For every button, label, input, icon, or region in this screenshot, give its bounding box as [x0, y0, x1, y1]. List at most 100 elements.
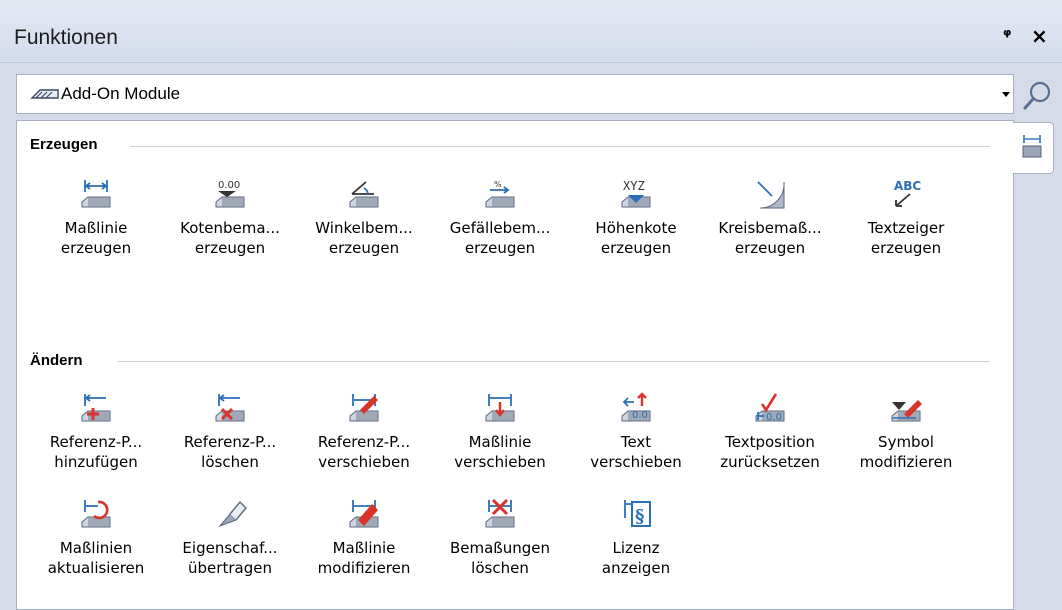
tool-label: Maßlinie verschieben — [430, 432, 570, 472]
tool-button[interactable]: Maßlinien aktualisieren — [26, 496, 166, 586]
license-icon: § — [624, 500, 651, 527]
add-on-module-icon — [30, 89, 59, 99]
tool-label-line2: hinzufügen — [54, 453, 138, 471]
svg-text:%: % — [494, 180, 502, 189]
tool-label: Eigenschaf... übertragen — [160, 538, 300, 578]
tool-label-line2: zurücksetzen — [720, 453, 820, 471]
tool-button[interactable]: Maßlinie verschieben — [430, 390, 570, 480]
tool-label-line1: Eigenschaf... — [182, 539, 278, 557]
text-pointer-icon: ABC — [894, 179, 921, 207]
tool-label-line1: Textzeiger — [867, 219, 945, 237]
tool-label-line1: Referenz-P... — [317, 433, 411, 451]
panel-title-bar: Funktionen ᵠ × — [0, 0, 1062, 63]
tool-label: Kreisbemaß... erzeugen — [700, 218, 840, 258]
tool-label-line1: Lizenz — [612, 539, 660, 557]
pin-icon[interactable]: ᵠ — [1003, 26, 1011, 46]
tool-label-line1: Gefällebem... — [449, 219, 551, 237]
tool-button[interactable]: Maßlinie erzeugen — [26, 176, 166, 266]
tool-label: Symbol modifizieren — [836, 432, 976, 472]
move-text-icon: 0.0 — [621, 392, 651, 422]
tool-label-line2: aktualisieren — [47, 559, 145, 577]
tool-label-line1: Kreisbemaß... — [718, 219, 822, 237]
tool-label: Gefällebem... erzeugen — [430, 218, 570, 258]
tool-button[interactable]: Eigenschaf... übertragen — [160, 496, 300, 586]
tool-label-line2: übertragen — [188, 559, 272, 577]
tool-button[interactable]: Maßlinie modifizieren — [294, 496, 434, 586]
module-dropdown[interactable]: Add-On Module — [16, 74, 1014, 114]
svg-text:§: § — [635, 506, 644, 527]
tool-label-line2: verschieben — [454, 453, 546, 471]
svg-text:ABC: ABC — [894, 179, 921, 193]
tool-label-line1: Symbol — [878, 433, 934, 451]
update-dimension-lines-icon — [81, 500, 111, 528]
tool-button[interactable]: Referenz-P... hinzufügen — [26, 390, 166, 480]
height-marker-icon: XYZ — [621, 179, 651, 208]
tool-button[interactable]: Winkelbem... erzeugen — [294, 176, 434, 266]
tool-label: Bemaßungen löschen — [430, 538, 570, 578]
dimension-line-icon — [81, 180, 111, 208]
tool-label-line1: Winkelbem... — [315, 219, 413, 237]
tool-label: Referenz-P... hinzufügen — [26, 432, 166, 472]
tool-button[interactable]: Bemaßungen löschen — [430, 496, 570, 586]
tool-label-line1: Maßlinien — [59, 539, 133, 557]
svg-text:0.00: 0.00 — [218, 180, 240, 191]
panel-title: Funktionen — [14, 26, 118, 49]
slope-dimension-icon: % — [485, 180, 515, 208]
tool-label: Referenz-P... löschen — [160, 432, 300, 472]
tool-label: Kotenbema... erzeugen — [160, 218, 300, 258]
tool-label: Referenz-P... verschieben — [294, 432, 434, 472]
tool-button[interactable]: 0.0 Text verschieben — [566, 390, 706, 480]
tool-label: Maßlinie erzeugen — [26, 218, 166, 258]
section-title-erzeugen: Erzeugen — [30, 136, 98, 153]
move-dimension-line-icon — [485, 394, 515, 422]
tool-button[interactable]: Referenz-P... löschen — [160, 390, 300, 480]
tool-label: Textzeiger erzeugen — [836, 218, 976, 258]
reset-text-position-icon: 0.0 — [755, 393, 785, 423]
tool-label-line2: anzeigen — [601, 559, 671, 577]
tool-label-line1: Referenz-P... — [49, 433, 143, 451]
tool-label-line2: verschieben — [318, 453, 410, 471]
chevron-down-icon[interactable] — [998, 75, 1014, 113]
svg-text:0.0: 0.0 — [766, 412, 782, 423]
tool-label: Höhenkote erzeugen — [566, 218, 706, 258]
tool-button[interactable]: % Gefällebem... erzeugen — [430, 176, 570, 266]
delete-dimensions-icon — [485, 498, 515, 528]
tool-label-line1: Maßlinie — [64, 219, 128, 237]
modify-dimension-line-icon — [349, 500, 379, 528]
tool-label: Lizenz anzeigen — [566, 538, 706, 578]
tool-label-line1: Textposition — [725, 433, 815, 451]
tool-label: Text verschieben — [566, 432, 706, 472]
tool-label: Winkelbem... erzeugen — [294, 218, 434, 258]
section-title-aendern: Ändern — [30, 352, 83, 369]
tool-label-line2: erzeugen — [870, 239, 942, 257]
side-tab[interactable] — [1013, 122, 1054, 174]
tool-label-line2: modifizieren — [317, 559, 411, 577]
angle-dimension-icon — [349, 181, 379, 208]
tool-label-line2: erzeugen — [600, 239, 672, 257]
close-icon[interactable]: × — [1031, 24, 1048, 48]
tool-label-line1: Text — [620, 433, 652, 451]
tool-button[interactable]: XYZ Höhenkote erzeugen — [566, 176, 706, 266]
tool-button[interactable]: Symbol modifizieren — [836, 390, 976, 480]
tool-label-line1: Kotenbema... — [180, 219, 280, 237]
tool-label-line2: verschieben — [590, 453, 682, 471]
tool-label-line2: erzeugen — [464, 239, 536, 257]
tool-label-line2: modifizieren — [859, 453, 953, 471]
add-reference-point-icon — [81, 394, 111, 422]
tool-button[interactable]: Kreisbemaß... erzeugen — [700, 176, 840, 266]
section-divider — [118, 361, 990, 362]
tool-button[interactable]: § Lizenz anzeigen — [566, 496, 706, 586]
magnifier-icon[interactable] — [1020, 78, 1056, 114]
circle-dimension-icon — [757, 181, 785, 209]
functions-panel: Funktionen ᵠ × Add-On Module Erzeugen Ma… — [0, 0, 1062, 610]
tool-button[interactable]: Referenz-P... verschieben — [294, 390, 434, 480]
move-reference-point-icon — [349, 394, 379, 422]
tool-button[interactable]: 0.00 Kotenbema... erzeugen — [160, 176, 300, 266]
tool-button[interactable]: ABC Textzeiger erzeugen — [836, 176, 976, 266]
modify-symbol-icon — [891, 400, 922, 422]
dimension-tab-icon — [1022, 135, 1042, 158]
tool-label: Textposition zurücksetzen — [700, 432, 840, 472]
tool-label-line1: Maßlinie — [468, 433, 532, 451]
tool-button[interactable]: 0.0 Textposition zurücksetzen — [700, 390, 840, 480]
svg-text:0.0: 0.0 — [632, 410, 648, 421]
